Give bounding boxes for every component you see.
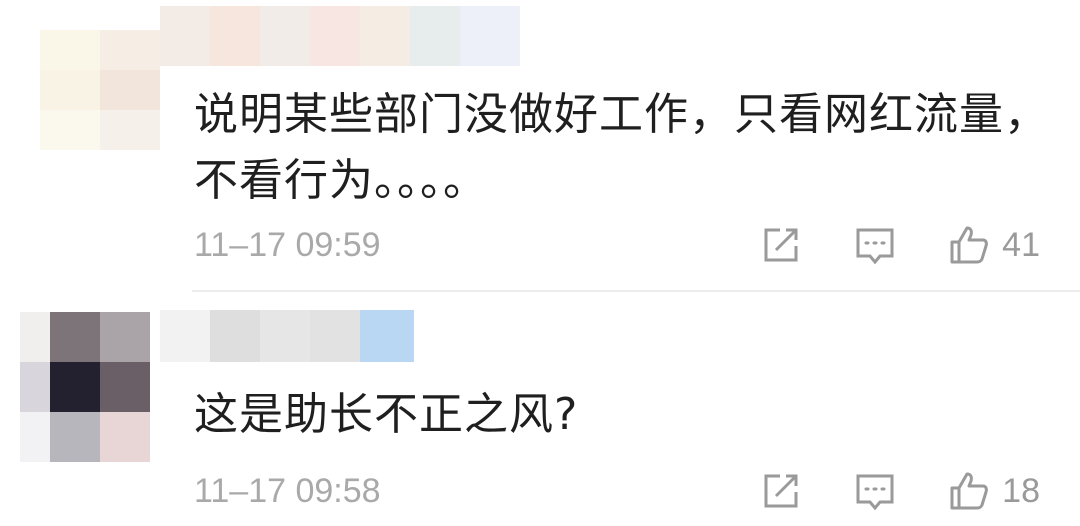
comment-timestamp: 11–17 09:58 xyxy=(194,471,381,510)
like-count: 41 xyxy=(1002,225,1040,264)
comment-text: 说明某些部门没做好工作，只看网红流量，不看行为。。。。 xyxy=(194,89,1049,206)
comment-actions: 18 xyxy=(760,470,1040,512)
username[interactable] xyxy=(160,6,520,66)
reply-icon[interactable] xyxy=(854,470,896,512)
comment-item: 这是助长不正之风? 11–17 09:58 18 xyxy=(0,292,1080,526)
like-count: 18 xyxy=(1002,471,1040,510)
share-icon[interactable] xyxy=(760,224,802,266)
share-icon[interactable] xyxy=(760,470,802,512)
comment-timestamp: 11–17 09:59 xyxy=(194,225,381,264)
like-button[interactable]: 18 xyxy=(948,470,1040,512)
thumbs-up-icon[interactable] xyxy=(948,470,990,512)
reply-icon[interactable] xyxy=(854,224,896,266)
comment-text: 这是助长不正之风? xyxy=(194,389,579,440)
comment-meta: 11–17 09:58 18 xyxy=(194,466,1040,516)
avatar[interactable] xyxy=(20,312,160,462)
comment-meta: 11–17 09:59 41 xyxy=(194,220,1040,270)
comment-actions: 41 xyxy=(760,224,1040,266)
like-button[interactable]: 41 xyxy=(948,224,1040,266)
comment-item: 说明某些部门没做好工作，只看网红流量，不看行为。。。。 11–17 09:59 xyxy=(0,0,1080,290)
avatar[interactable] xyxy=(40,30,160,150)
thumbs-up-icon[interactable] xyxy=(948,224,990,266)
username[interactable] xyxy=(160,310,420,362)
